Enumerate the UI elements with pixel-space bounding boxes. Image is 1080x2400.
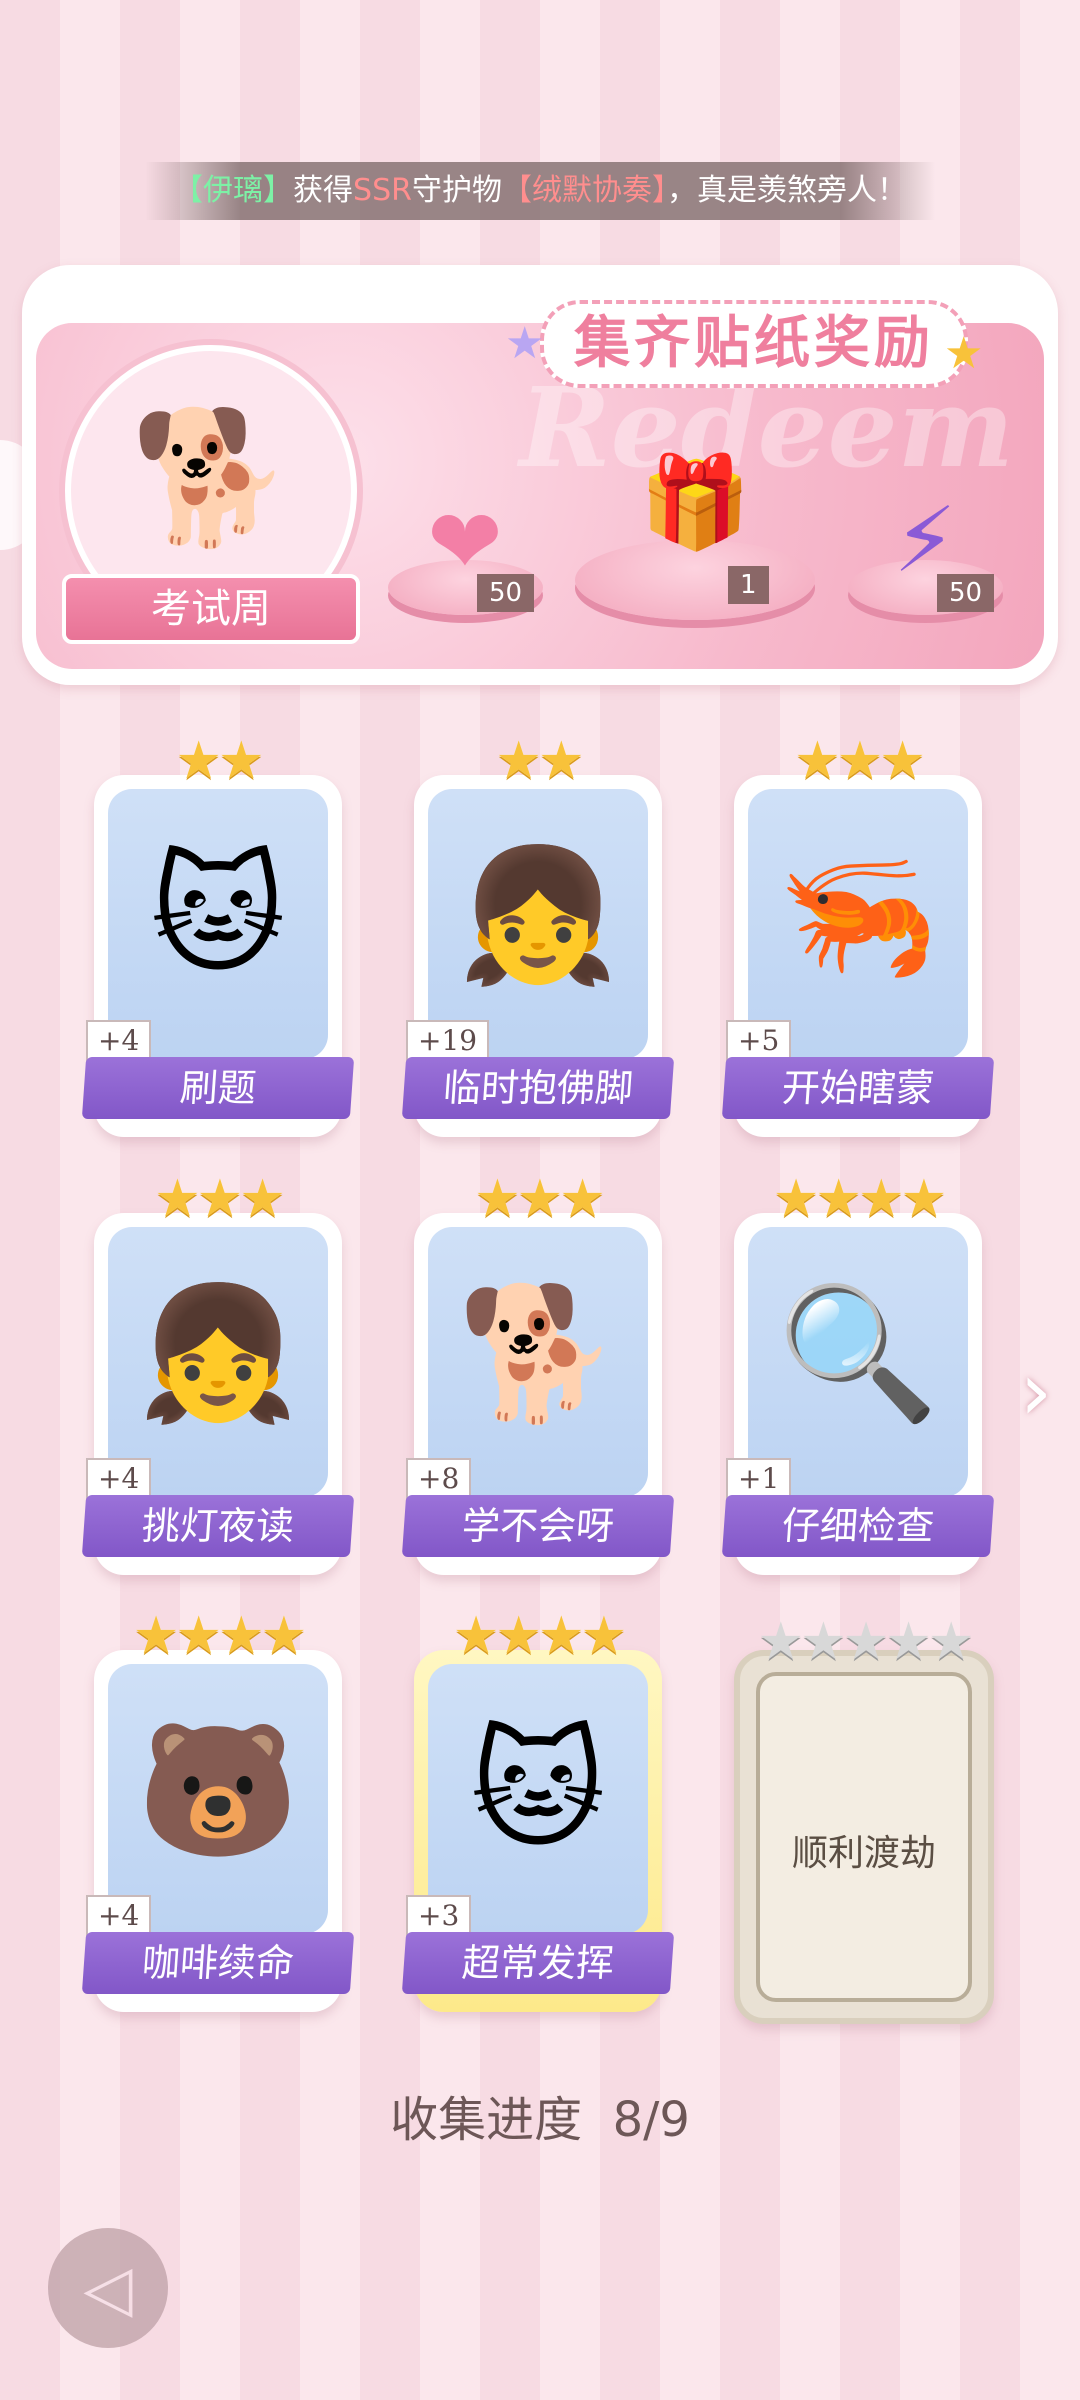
cat-studying-icon: 🐱	[150, 839, 286, 991]
ticker-item-name: 【绒默协奏】	[501, 173, 667, 208]
girl-desk-lamp-icon: 👧	[137, 1277, 299, 1429]
card-label: 超常发挥	[401, 1932, 675, 1994]
star-rating: ★★★★	[772, 1169, 947, 1229]
shiba-lying-icon: 🐕	[457, 1277, 619, 1429]
ticker-item-word: 守护物	[411, 173, 502, 208]
sticker-card[interactable]: ★★★ 🦐 +5 开始瞎蒙	[721, 731, 995, 1137]
card-label: 挑灯夜读	[81, 1495, 355, 1557]
reward-count: 50	[937, 574, 995, 612]
reward-count: 50	[477, 574, 535, 612]
locked-sticker-card[interactable]: ★★★★★ 顺利渡劫	[734, 1612, 994, 2024]
star-rating: ★★★★★	[757, 1612, 974, 1672]
card-bonus: +3	[406, 1895, 472, 1937]
star-rating: ★★	[175, 731, 264, 791]
card-label: 临时抱佛脚	[401, 1057, 675, 1119]
shiba-sleeping-icon: 🐕	[130, 401, 292, 553]
ticker-rarity: SSR	[353, 173, 412, 208]
star-rating: ★★★★	[452, 1606, 627, 1666]
shrimp-sign-icon: 🦐	[777, 839, 939, 991]
sticker-card[interactable]: ★★★★ 🐻 +4 咖啡续命	[81, 1606, 355, 2012]
card-bonus: +4	[86, 1020, 152, 1062]
sticker-card[interactable]: ★★★★ 🐱 +3 超常发挥	[401, 1606, 675, 2012]
card-label: 顺利渡劫	[791, 1833, 936, 1874]
card-bonus: +1	[726, 1458, 792, 1500]
sticker-card[interactable]: ★★ 👧 +19 临时抱佛脚	[401, 731, 675, 1137]
card-bonus: +4	[86, 1895, 152, 1937]
progress-value: 8/9	[612, 2092, 690, 2148]
card-label: 学不会呀	[401, 1495, 675, 1557]
locked-card-face: 顺利渡劫	[756, 1672, 972, 2002]
card-label: 开始瞎蒙	[721, 1057, 995, 1119]
bear-coffee-icon: 🐻	[137, 1714, 299, 1866]
card-label: 刷题	[81, 1057, 355, 1119]
back-arrow-icon: ◁	[83, 2252, 133, 2326]
reward-item-1[interactable]: ❤ 50	[385, 490, 545, 630]
theme-label: 考试周	[62, 574, 360, 644]
card-art: 🔍	[748, 1227, 968, 1497]
star-rating: ★★★★	[132, 1606, 307, 1666]
collection-progress: 收集进度 8/9	[0, 2080, 1080, 2150]
card-label: 仔细检查	[721, 1495, 995, 1557]
star-rating: ★★★	[794, 731, 926, 791]
ticker-tail: ，真是羡煞旁人！	[666, 173, 907, 208]
ticker-verb: 获得	[293, 173, 354, 208]
card-bonus: +5	[726, 1020, 792, 1062]
card-art: 🐱	[108, 789, 328, 1059]
card-art: 🦐	[748, 789, 968, 1059]
reward-item-3[interactable]: ⚡ 50	[845, 488, 1005, 628]
card-art: 👧	[428, 789, 648, 1059]
gold-star-icon: ★	[944, 328, 984, 379]
card-art: 🐻	[108, 1664, 328, 1934]
chevron-right-icon[interactable]: ›	[1020, 1345, 1052, 1438]
banner-title: 集齐贴纸奖励	[540, 300, 968, 388]
card-bonus: +19	[406, 1020, 490, 1062]
sticker-card[interactable]: ★★ 🐱 +4 刷题	[81, 731, 355, 1137]
reward-item-2[interactable]: 🎁 1	[570, 440, 820, 640]
sticker-card[interactable]: ★★★★ 🔍 +1 仔细检查	[721, 1169, 995, 1575]
gift-box-icon: 🎁	[638, 450, 752, 555]
ticker-player-name: 【伊璃】	[173, 173, 294, 208]
sticker-card[interactable]: ★★★ 👧 +4 挑灯夜读	[81, 1169, 355, 1575]
star-rating: ★★★	[154, 1169, 286, 1229]
announcement-ticker: 【伊璃】获得SSR守护物【绒默协奏】，真是羡煞旁人！	[145, 162, 935, 220]
progress-label: 收集进度	[390, 2092, 583, 2148]
back-button[interactable]: ◁	[48, 2228, 168, 2348]
card-label: 咖啡续命	[81, 1932, 355, 1994]
purple-star-icon: ★	[505, 318, 545, 369]
card-art: 👧	[108, 1227, 328, 1497]
card-art: 🐕	[428, 1227, 648, 1497]
card-bonus: +8	[406, 1458, 472, 1500]
card-bonus: +4	[86, 1458, 152, 1500]
reward-count: 1	[728, 566, 769, 604]
card-art: 🐱	[428, 1664, 648, 1934]
star-rating: ★★★	[474, 1169, 606, 1229]
girl-magnifier-icon: 🔍	[777, 1277, 939, 1429]
girl-reading-icon: 👧	[457, 839, 619, 991]
star-rating: ★★	[495, 731, 584, 791]
sticker-card[interactable]: ★★★ 🐕 +8 学不会呀	[401, 1169, 675, 1575]
cat-pencils-icon: 🐱	[470, 1714, 606, 1866]
